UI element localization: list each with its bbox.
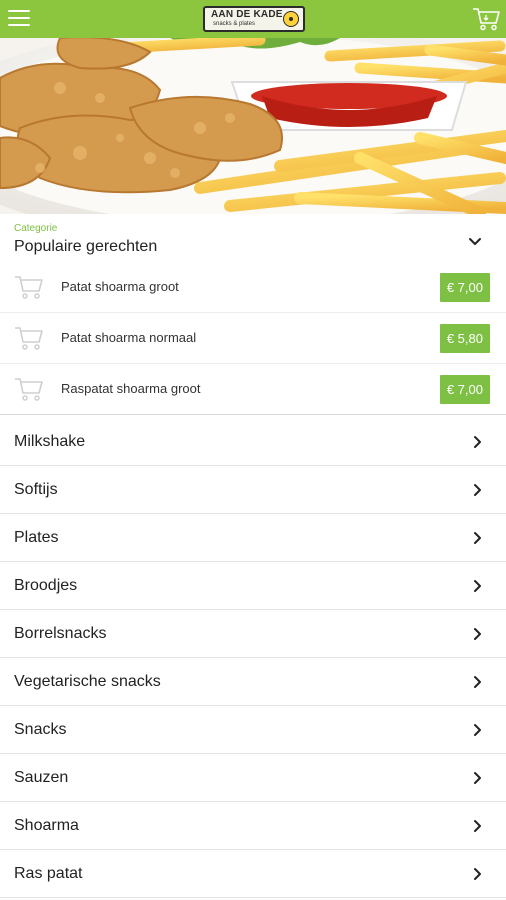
category-caption: Categorie — [14, 223, 58, 234]
menu-item-borrelsnacks[interactable]: Borrelsnacks — [0, 610, 506, 658]
menu-item-plates[interactable]: Plates — [0, 514, 506, 562]
brand-logo: AAN DE KADE snacks & plates — [203, 6, 305, 32]
menu-item-label: Milkshake — [14, 433, 86, 450]
cart-icon[interactable] — [14, 325, 44, 351]
menu-item-label: Snacks — [14, 721, 67, 738]
menu-item-label: Vegetarische snacks — [14, 673, 161, 690]
chevron-right-icon — [474, 868, 481, 880]
price-button[interactable]: € 7,00 — [439, 375, 490, 404]
menu-item-shoarma[interactable]: Shoarma — [0, 802, 506, 850]
menu-item-vegetarische-snacks[interactable]: Vegetarische snacks — [0, 658, 506, 706]
popular-item: Patat shoarma normaal € 5,80 — [0, 313, 506, 364]
menu-item-label: Softijs — [14, 481, 58, 498]
chevron-right-icon — [474, 580, 481, 592]
category-menu-list: Milkshake Softijs Plates Broodjes Borrel… — [0, 418, 506, 898]
logo-main-text: AAN DE KADE — [211, 9, 283, 20]
menu-item-broodjes[interactable]: Broodjes — [0, 562, 506, 610]
logo-mark-icon — [283, 11, 299, 27]
chevron-right-icon — [474, 436, 481, 448]
item-name: Raspatat shoarma groot — [61, 381, 201, 396]
popular-items-list: Patat shoarma groot € 7,00 Patat shoarma… — [0, 262, 506, 415]
chevron-right-icon — [474, 676, 481, 688]
price-button[interactable]: € 7,00 — [439, 273, 490, 302]
chevron-right-icon — [474, 724, 481, 736]
menu-item-label: Borrelsnacks — [14, 625, 107, 642]
category-title: Populaire gerechten — [14, 238, 158, 255]
popular-item: Raspatat shoarma groot € 7,00 — [0, 364, 506, 415]
cart-icon[interactable] — [14, 376, 44, 402]
menu-item-label: Broodjes — [14, 577, 78, 594]
menu-item-softijs[interactable]: Softijs — [0, 466, 506, 514]
item-name: Patat shoarma groot — [61, 279, 179, 294]
menu-item-ras-patat[interactable]: Ras patat — [0, 850, 506, 898]
popular-item: Patat shoarma groot € 7,00 — [0, 262, 506, 313]
item-name: Patat shoarma normaal — [61, 330, 197, 345]
price-button[interactable]: € 5,80 — [439, 324, 490, 353]
hamburger-icon[interactable] — [8, 10, 32, 28]
menu-item-label: Plates — [14, 529, 59, 546]
menu-item-snacks[interactable]: Snacks — [0, 706, 506, 754]
logo-sub-text: snacks & plates — [213, 21, 256, 27]
app-header: AAN DE KADE snacks & plates — [0, 0, 506, 38]
chevron-right-icon — [474, 628, 481, 640]
menu-item-label: Sauzen — [14, 769, 69, 786]
chevron-right-icon — [474, 820, 481, 832]
menu-item-milkshake[interactable]: Milkshake — [0, 418, 506, 466]
menu-item-label: Ras patat — [14, 865, 83, 882]
hero-food-image — [0, 38, 506, 214]
cart-icon[interactable] — [14, 274, 44, 300]
cart-icon[interactable] — [472, 6, 500, 32]
chevron-right-icon — [474, 772, 481, 784]
chevron-right-icon — [474, 532, 481, 544]
chevron-right-icon — [474, 484, 481, 496]
menu-item-label: Shoarma — [14, 817, 79, 834]
chevron-down-icon[interactable] — [466, 234, 484, 250]
menu-item-sauzen[interactable]: Sauzen — [0, 754, 506, 802]
